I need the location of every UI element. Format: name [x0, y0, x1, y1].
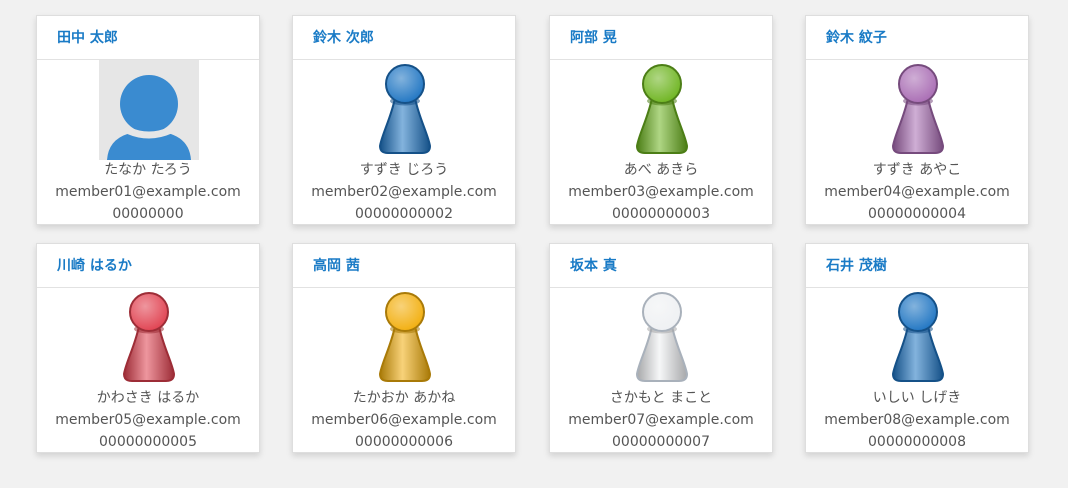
member-card[interactable]: 鈴木 次郎 すずき じろう member02@example.com 00000… — [292, 15, 516, 225]
member-phone: 00000000007 — [612, 434, 710, 450]
member-phone: 00000000002 — [355, 206, 453, 222]
member-card[interactable]: 高岡 茜 たかおか あかね member06@example.com 00000… — [292, 243, 516, 453]
default-user-icon — [99, 60, 199, 160]
member-email: member02@example.com — [311, 184, 497, 200]
pawn-icon — [99, 288, 199, 388]
member-name[interactable]: 坂本 真 — [550, 244, 772, 288]
member-name[interactable]: 鈴木 次郎 — [293, 16, 515, 60]
member-card[interactable]: 田中 太郎 たなか たろう member01@example.com 00000… — [36, 15, 260, 225]
member-name[interactable]: 川崎 はるか — [37, 244, 259, 288]
member-email: member04@example.com — [824, 184, 1010, 200]
pawn-icon — [355, 60, 455, 160]
member-email: member05@example.com — [55, 412, 241, 428]
member-kana: すずき じろう — [359, 162, 449, 178]
member-name[interactable]: 阿部 晃 — [550, 16, 772, 60]
member-email: member06@example.com — [311, 412, 497, 428]
member-phone: 00000000003 — [612, 206, 710, 222]
member-name[interactable]: 高岡 茜 — [293, 244, 515, 288]
member-kana: たかおか あかね — [352, 390, 456, 406]
member-name[interactable]: 石井 茂樹 — [806, 244, 1028, 288]
member-kana: かわさき はるか — [96, 390, 200, 406]
member-kana: すずき あやこ — [872, 162, 962, 178]
member-phone: 00000000 — [112, 206, 184, 222]
member-phone: 00000000004 — [868, 206, 966, 222]
member-kana: たなか たろう — [104, 162, 192, 178]
pawn-icon — [868, 288, 968, 388]
member-phone: 00000000006 — [355, 434, 453, 450]
member-kana: あべ あきら — [623, 162, 699, 178]
pawn-icon — [612, 288, 712, 388]
member-phone: 00000000008 — [868, 434, 966, 450]
member-kana: さかもと まこと — [609, 390, 713, 406]
member-name[interactable]: 鈴木 紋子 — [806, 16, 1028, 60]
member-name[interactable]: 田中 太郎 — [37, 16, 259, 60]
pawn-icon — [612, 60, 712, 160]
member-grid: 田中 太郎 たなか たろう member01@example.com 00000… — [0, 0, 1068, 488]
member-card[interactable]: 阿部 晃 あべ あきら member03@example.com 0000000… — [549, 15, 773, 225]
member-card[interactable]: 川崎 はるか かわさき はるか member05@example.com 000… — [36, 243, 260, 453]
member-card[interactable]: 坂本 真 さかもと まこと member07@example.com 00000… — [549, 243, 773, 453]
member-kana: いしい しげき — [872, 390, 962, 406]
member-email: member03@example.com — [568, 184, 754, 200]
member-card[interactable]: 石井 茂樹 いしい しげき member08@example.com 00000… — [805, 243, 1029, 453]
pawn-icon — [868, 60, 968, 160]
pawn-icon — [355, 288, 455, 388]
member-card[interactable]: 鈴木 紋子 すずき あやこ member04@example.com 00000… — [805, 15, 1029, 225]
member-phone: 00000000005 — [99, 434, 197, 450]
member-email: member07@example.com — [568, 412, 754, 428]
member-email: member01@example.com — [55, 184, 241, 200]
member-email: member08@example.com — [824, 412, 1010, 428]
